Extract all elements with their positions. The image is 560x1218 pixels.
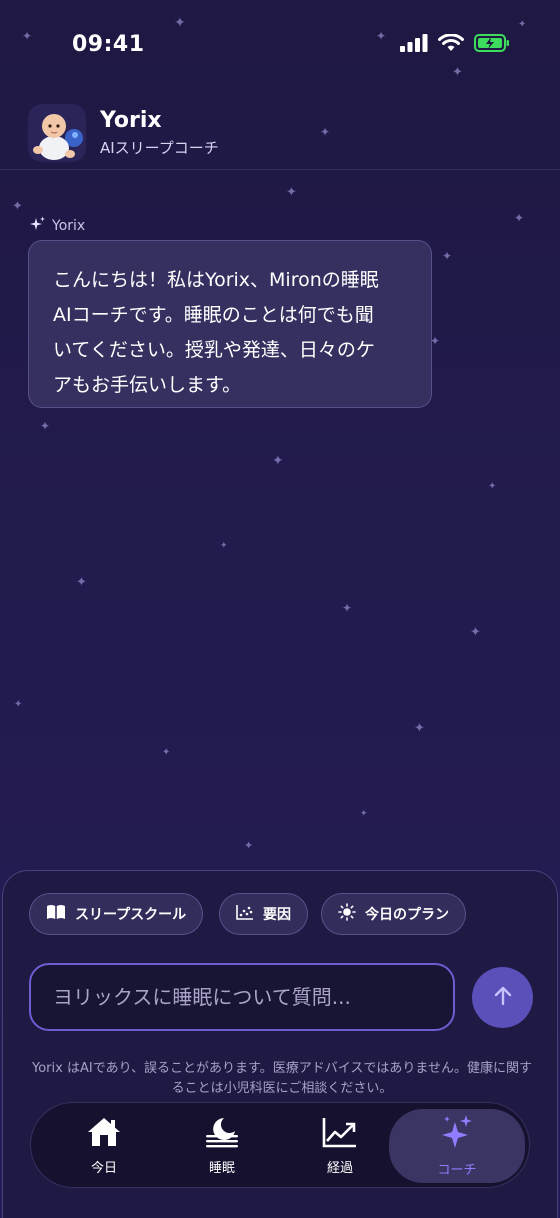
message-author-name: Yorix — [52, 218, 86, 234]
tab-label: 今日 — [90, 1161, 117, 1176]
home-icon — [86, 1116, 122, 1152]
chip-label: スリープスクール — [75, 907, 187, 923]
sparkles-icon — [440, 1114, 474, 1154]
tab-label: 経過 — [326, 1161, 353, 1176]
tab-sleep[interactable]: 睡眠 — [163, 1103, 281, 1189]
wifi-icon — [438, 33, 464, 56]
coach-header: Yorix AIスリープコーチ — [0, 96, 560, 170]
status-icons — [400, 33, 510, 56]
tab-label: コーチ — [437, 1163, 477, 1178]
status-time: 09:41 — [72, 32, 145, 57]
message-line: こんにちは！私はYorix、Mironの睡眠 — [53, 269, 379, 291]
message-line: いてください。授乳や発達、日々のケ — [53, 339, 375, 361]
message-author: Yorix — [30, 216, 85, 236]
tab-coach[interactable]: コーチ — [389, 1109, 525, 1183]
chip-label: 要因 — [263, 907, 291, 923]
ai-disclaimer: Yorix はAIであり、誤ることがあります。医療アドバイスではありません。健康… — [32, 1061, 532, 1096]
chip-todays-plan[interactable]: 今日のプラン — [321, 893, 466, 935]
cellular-signal-icon — [400, 34, 428, 56]
book-icon — [46, 904, 66, 924]
tab-progress[interactable]: 経過 — [281, 1103, 399, 1189]
sparkles-icon — [30, 216, 46, 236]
scatter-chart-icon — [236, 904, 254, 924]
sun-icon — [338, 903, 356, 925]
avatar — [28, 104, 86, 162]
arrow-up-icon — [492, 985, 514, 1011]
coach-name: Yorix — [100, 108, 162, 133]
moon-icon — [204, 1116, 240, 1152]
coach-message-bubble: こんにちは！私はYorix、Mironの睡眠 AIコーチです。睡眠のことは何でも… — [28, 240, 432, 408]
send-button[interactable] — [472, 967, 533, 1028]
chip-label: 今日のプラン — [365, 907, 449, 923]
question-input[interactable] — [53, 985, 453, 1009]
message-line: AIコーチです。睡眠のことは何でも聞 — [53, 304, 374, 326]
tab-label: 睡眠 — [208, 1161, 235, 1176]
battery-charging-icon — [474, 34, 510, 56]
tab-today[interactable]: 今日 — [45, 1103, 163, 1189]
chip-sleep-school[interactable]: スリープスクール — [29, 893, 204, 935]
trend-icon — [322, 1116, 358, 1152]
coach-subtitle: AIスリープコーチ — [100, 139, 219, 157]
message-line: アもお手伝いします。 — [53, 374, 242, 396]
question-input-container — [29, 963, 455, 1031]
tab-bar: 今日 睡眠 経過 コーチ — [30, 1102, 530, 1188]
status-bar: 09:41 — [0, 0, 560, 92]
chip-factors[interactable]: 要因 — [219, 893, 308, 935]
